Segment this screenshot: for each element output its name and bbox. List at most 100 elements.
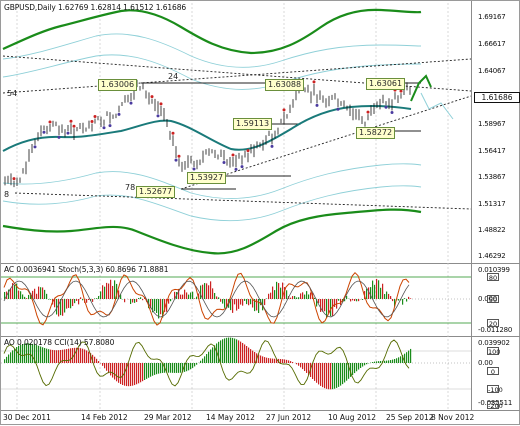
ao-bar [102,363,103,366]
ao-bar [314,363,315,381]
ao-bar [82,349,83,363]
wave-label: 54 [7,89,17,98]
ac-bar [208,285,209,299]
fractal-marker [130,102,133,105]
price-annotation: 1.63061 [366,78,405,90]
ao-bar [158,363,159,374]
ac-bar [110,280,111,299]
ac-bar [46,294,47,299]
price-annotation: 1.59113 [233,118,272,130]
ao-bar [134,363,135,385]
ac-bar [214,293,215,299]
ac-bar [264,299,265,305]
ac-bar [80,297,81,299]
ao-bar [6,357,7,363]
ac-bar [114,280,115,299]
price-scale-label: 1.51317 [478,200,506,208]
ao-bar [180,363,181,373]
ao-bar [410,349,411,363]
ao-bar [204,356,205,363]
ao-bar [398,357,399,363]
ac-bar [408,297,409,299]
ao-bar [132,363,133,386]
fractal-marker [160,102,163,105]
ao-bar [10,352,11,363]
price-annotation: 1.52677 [136,186,175,198]
ao-bar [128,363,129,386]
ac-bar [286,290,287,299]
ao-bar [194,363,195,366]
ac-bar [280,288,281,299]
ao-bar [374,362,375,363]
ao-bar [384,361,385,363]
fractal-marker [367,111,370,114]
ac-bar [330,299,331,316]
ac-bar [136,299,137,302]
ao-bar [330,363,331,389]
ao-bar [114,363,115,380]
ao-bar [44,348,45,363]
fractal-marker [223,161,226,164]
ac-bar [380,288,381,299]
ac-bar [154,299,155,311]
ac-bar [388,294,389,299]
price-annotation: 1.63006 [98,79,137,91]
price-scale-label: 1.66617 [478,40,506,48]
ac-bar [300,293,301,299]
ao-bar [56,350,57,363]
ao-bar [254,352,255,363]
ac-bar [314,298,315,299]
ac-bar [76,299,77,301]
ao-bar [408,351,409,363]
fractal-marker [400,90,403,93]
ao-bar [42,347,43,363]
ao-bar [336,363,337,388]
fractal-marker [118,113,121,116]
ao-bar [244,344,245,363]
ac-bar [240,299,241,305]
ac-bar [258,299,259,313]
ao-bar [108,363,109,373]
ao-bar [344,363,345,382]
date-label: 25 Sep 2012 [386,413,434,422]
chart-canvas[interactable] [1,1,520,426]
ao-bar [262,356,263,363]
ao-bar [200,361,201,363]
ac-bar [58,299,59,316]
ao-bar [300,363,301,367]
ac-bar [356,299,357,301]
ac-bar [158,299,159,318]
ac-bar [190,292,191,299]
cci-level-0: 0 [487,367,499,375]
ac-histogram [4,279,411,319]
ao-bar [52,350,53,363]
ao-bar [274,359,275,363]
ao-bar [50,350,51,363]
ao-bar [210,350,211,363]
price-scale-label: 1.46292 [478,252,506,260]
fractal-marker [232,153,235,156]
ao-bar [138,363,139,383]
ao-bar [270,358,271,363]
ac-bar [250,299,251,304]
ac-bar [50,299,51,300]
ac-bar [100,291,101,299]
ao-bar [122,363,123,385]
ao-bar [202,359,203,363]
ao-bar [96,359,97,363]
ao-bar [372,362,373,363]
ac-bar [180,295,181,299]
chart-window[interactable]: GBPUSD,Daily 1.62769 1.62814 1.61512 1.6… [0,0,520,425]
ao-bar [170,363,171,373]
ac-bar [402,299,403,305]
ao-scale-label: 0.00 [478,359,493,367]
ao-bar [292,362,293,363]
ac-bar [98,296,99,299]
ac-bar [20,291,21,299]
ac-bar [210,281,211,299]
ao-bar [148,363,149,378]
ac-bar [234,299,235,304]
ac-stoch-header: AC 0.0036941 Stoch(5,3,3) 60.8696 71.888… [4,265,168,274]
ac-bar [410,298,411,299]
ao-bar [118,363,119,383]
